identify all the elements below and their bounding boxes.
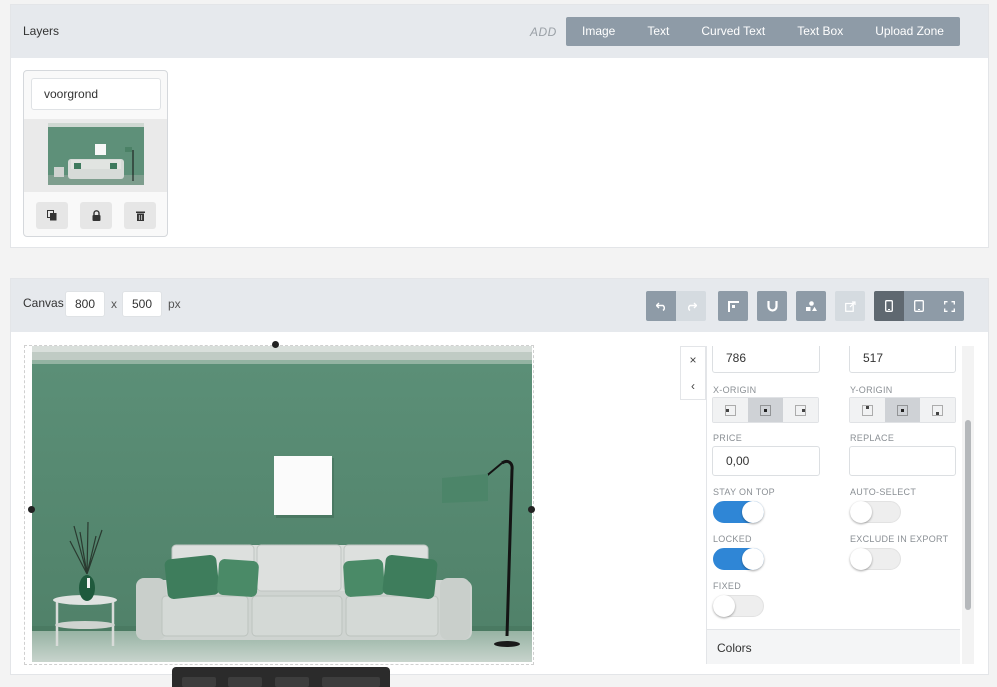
selection-handle-left[interactable]	[28, 506, 35, 513]
canvas-height-input[interactable]: 500	[122, 291, 162, 317]
magnet-icon[interactable]	[757, 291, 787, 321]
scene-image[interactable]	[32, 346, 532, 662]
fullscreen-icon[interactable]	[934, 291, 964, 321]
x-position-input[interactable]: 786	[712, 346, 820, 373]
y-origin-label: Y-ORIGIN	[850, 385, 893, 395]
layer-thumbnail-area	[24, 119, 167, 192]
add-image-button[interactable]: Image	[566, 17, 631, 46]
group-icon[interactable]	[796, 291, 826, 321]
auto-select-label: AUTO-SELECT	[850, 487, 917, 497]
floating-tool-4[interactable]	[322, 677, 380, 687]
y-origin-top-icon[interactable]	[850, 398, 885, 422]
layer-card[interactable]: voorgrond	[23, 70, 168, 237]
auto-select-toggle[interactable]	[850, 501, 901, 523]
layers-header: Layers ADD Image Text Curved Text Text B…	[11, 5, 988, 58]
price-input[interactable]: 0,00	[712, 446, 820, 476]
y-origin-selector	[849, 397, 956, 423]
resize-icon[interactable]	[835, 291, 865, 321]
colors-section-header[interactable]: Colors	[707, 629, 960, 664]
locked-toggle[interactable]	[713, 548, 764, 570]
canvas-header: Canvas 800 x 500 px	[11, 279, 988, 332]
floating-tool-1[interactable]	[182, 677, 216, 687]
x-origin-right-icon[interactable]	[783, 398, 818, 422]
redo-icon[interactable]	[676, 291, 706, 321]
y-origin-bottom-icon[interactable]	[920, 398, 955, 422]
group-tools	[796, 291, 826, 321]
y-position-input[interactable]: 517	[849, 346, 956, 373]
canvas-stage[interactable]	[24, 341, 535, 665]
replace-input[interactable]	[849, 446, 956, 476]
tablet-icon[interactable]	[904, 291, 934, 321]
add-curved-text-button[interactable]: Curved Text	[685, 17, 781, 46]
undo-icon[interactable]	[646, 291, 676, 321]
fixed-toggle[interactable]	[713, 595, 764, 617]
dimension-separator: x	[111, 297, 117, 311]
properties-tabs: × ‹	[680, 346, 706, 400]
layers-title: Layers	[23, 24, 60, 38]
x-origin-label: X-ORIGIN	[713, 385, 757, 395]
mobile-icon[interactable]	[874, 291, 904, 321]
align-icon[interactable]	[718, 291, 748, 321]
collapse-icon[interactable]: ‹	[681, 373, 705, 399]
add-text-box-button[interactable]: Text Box	[781, 17, 859, 46]
exclude-in-export-toggle[interactable]	[850, 548, 901, 570]
x-origin-center-icon[interactable]	[748, 398, 783, 422]
duplicate-icon[interactable]	[36, 202, 68, 229]
properties-panel: 786 517 X-ORIGIN Y-ORIGIN PRICE REPLACE …	[706, 346, 960, 664]
fixed-label: FIXED	[713, 581, 742, 591]
x-origin-selector	[712, 397, 819, 423]
replace-label: REPLACE	[850, 433, 895, 443]
add-text-button[interactable]: Text	[631, 17, 685, 46]
trash-icon[interactable]	[124, 202, 156, 229]
lock-icon[interactable]	[80, 202, 112, 229]
canvas-title: Canvas	[23, 296, 64, 310]
canvas-width-input[interactable]: 800	[65, 291, 105, 317]
scrollbar-thumb[interactable]	[965, 420, 971, 610]
resize-group	[835, 291, 865, 321]
selection-handle-right[interactable]	[528, 506, 535, 513]
floating-tool-2[interactable]	[228, 677, 262, 687]
stay-on-top-toggle[interactable]	[713, 501, 764, 523]
layer-thumbnail	[48, 123, 144, 185]
floating-tool-3[interactable]	[275, 677, 309, 687]
canvas-panel: Canvas 800 x 500 px × ‹ 786 517 X-ORIGIN…	[10, 278, 989, 675]
price-label: PRICE	[713, 433, 743, 443]
selection-handle-top[interactable]	[272, 341, 279, 348]
snap-group	[757, 291, 787, 321]
layer-name-input[interactable]: voorgrond	[31, 78, 161, 110]
properties-scrollbar[interactable]	[962, 346, 974, 664]
stay-on-top-label: STAY ON TOP	[713, 487, 775, 497]
floating-toolbar	[172, 667, 390, 687]
exclude-in-export-label: EXCLUDE IN EXPORT	[850, 534, 949, 544]
y-origin-center-icon[interactable]	[885, 398, 920, 422]
view-mode-group	[874, 291, 964, 321]
canvas-unit: px	[168, 297, 181, 311]
locked-label: LOCKED	[713, 534, 752, 544]
layers-panel: Layers ADD Image Text Curved Text Text B…	[10, 4, 989, 248]
x-origin-left-icon[interactable]	[713, 398, 748, 422]
add-upload-zone-button[interactable]: Upload Zone	[859, 17, 960, 46]
close-icon[interactable]: ×	[681, 347, 705, 373]
history-group	[646, 291, 706, 321]
align-group	[718, 291, 748, 321]
add-button-group: Image Text Curved Text Text Box Upload Z…	[566, 17, 960, 46]
add-label: ADD	[530, 25, 557, 39]
